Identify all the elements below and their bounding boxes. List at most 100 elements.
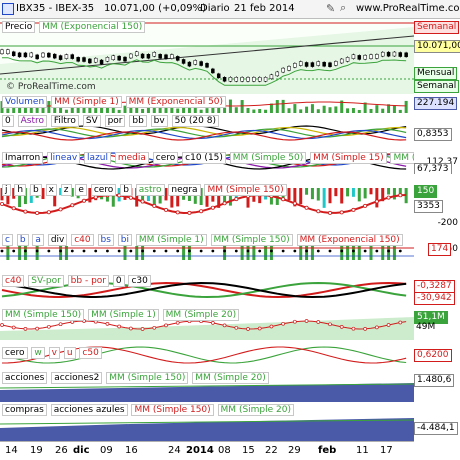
c-label-3[interactable]: div — [47, 234, 68, 246]
compras-label-1[interactable]: acciones azules — [50, 404, 128, 416]
volume-label[interactable]: Volumen — [2, 96, 48, 108]
mm-panel[interactable]: MM (Simple 150) MM (Simple 1) MM (Simple… — [0, 305, 414, 341]
c40-label-0[interactable]: c40 — [2, 275, 25, 287]
j-label-5[interactable]: e — [75, 184, 87, 196]
candle-body — [193, 60, 198, 65]
c-dot — [223, 249, 226, 253]
cero-label-0[interactable]: cero — [2, 347, 28, 359]
j-label-0[interactable]: j — [2, 184, 11, 196]
chart-icon[interactable] — [2, 3, 14, 15]
imarron-label-3[interactable]: media — [114, 152, 149, 164]
j-dot — [351, 207, 356, 212]
astro-label-6[interactable]: bv — [150, 115, 168, 127]
candle-body — [199, 61, 203, 66]
imarron-label-0[interactable]: Imarron — [2, 152, 44, 164]
imarron-label-1[interactable]: lineav — [47, 152, 81, 164]
mm-dot — [0, 323, 4, 327]
imarron-label-5[interactable]: c10 (15) — [182, 152, 226, 164]
j-label-7[interactable]: b — [120, 184, 132, 196]
acciones-panel[interactable]: acciones acciones2 MM (Simple 150) MM (S… — [0, 370, 414, 403]
wrench-icon[interactable]: ✎ — [326, 2, 338, 15]
j-dot — [82, 198, 87, 203]
imarron-label-6[interactable]: MM (Simple 50) — [229, 152, 307, 164]
c-label-9[interactable]: MM (Exponencial 150) — [296, 234, 403, 246]
candle-body — [252, 77, 256, 82]
astro-panel[interactable]: 0 Astro Filtro SV por bb bv 50 (20 8) — [0, 113, 414, 142]
price-panel[interactable]: Precio MM (Exponencial 150) © ProRealTim… — [0, 19, 414, 95]
astro-label-1[interactable]: Astro — [17, 115, 47, 127]
mm-label-1[interactable]: MM (Simple 1) — [88, 309, 159, 321]
price-label[interactable]: Precio — [2, 21, 36, 33]
mm-label-2[interactable]: MM (Simple 20) — [162, 309, 240, 321]
c-label-7[interactable]: MM (Simple 1) — [135, 234, 207, 246]
sma-1-label[interactable]: MM (Simple 1) — [51, 96, 122, 108]
mm-dot — [281, 321, 285, 326]
cero-panel[interactable]: cero w v u c50 — [0, 340, 414, 371]
c40-label-4[interactable]: c30 — [128, 275, 151, 287]
ema-50-label[interactable]: MM (Exponencial 50) — [125, 96, 227, 108]
search-icon[interactable]: ⌕ — [340, 1, 352, 14]
j-bar — [328, 188, 332, 204]
cero-label-4[interactable]: c50 — [79, 347, 102, 359]
imarron-label-8[interactable]: MM (Simple 15) — [390, 152, 414, 164]
c-label-4[interactable]: c40 — [71, 234, 94, 246]
j-bar — [287, 188, 291, 201]
acciones-label-2[interactable]: MM (Simple 150) — [106, 372, 189, 384]
acciones-label-1[interactable]: acciones2 — [51, 372, 103, 384]
j-dot — [70, 203, 75, 208]
j-dot — [23, 209, 28, 214]
c-dot — [35, 249, 39, 253]
c40-panel[interactable]: c40 SV-por bb - por 0 c30 — [0, 270, 414, 306]
astro-label-0[interactable]: 0 — [2, 115, 14, 127]
candle-body — [58, 55, 63, 60]
imarron-label-2[interactable]: lazul — [84, 152, 111, 164]
c-label-8[interactable]: MM (Simple 150) — [210, 234, 293, 246]
imarron-panel[interactable]: Imarron lineav lazul media cero c10 (15)… — [0, 141, 414, 175]
j-bar — [363, 188, 367, 199]
j-panel[interactable]: j h b x z e cero b astro negra MM (Simpl… — [0, 174, 414, 231]
mm-label-0[interactable]: MM (Simple 150) — [2, 309, 85, 321]
c-panel[interactable]: c b a div c40 bs bi MM (Simple 1) MM (Si… — [0, 230, 414, 271]
j-label-1[interactable]: h — [14, 184, 27, 196]
compras-panel[interactable]: compras acciones azules MM (Simple 150) … — [0, 402, 414, 442]
c-label-6[interactable]: bi — [117, 234, 133, 246]
astro-label-2[interactable]: Filtro — [50, 115, 79, 127]
cero-label-1[interactable]: w — [31, 347, 45, 359]
acciones-label-0[interactable]: acciones — [2, 372, 48, 384]
imarron-label-7[interactable]: MM (Simple 15) — [310, 152, 387, 164]
site-name[interactable]: www.ProRealTime.com — [356, 3, 460, 14]
imarron-label-4[interactable]: cero — [152, 152, 179, 164]
compras-label-2[interactable]: MM (Simple 150) — [131, 404, 214, 416]
j-label-6[interactable]: cero — [90, 184, 117, 196]
j-label-8[interactable]: astro — [135, 184, 165, 196]
astro-label-4[interactable]: por — [104, 115, 126, 127]
compras-label-3[interactable]: MM (Simple 20) — [217, 404, 295, 416]
c-label-0[interactable]: c — [2, 234, 13, 246]
astro-label-3[interactable]: SV — [82, 115, 101, 127]
j-label-10[interactable]: MM (Simple 150) — [204, 184, 287, 196]
j-label-3[interactable]: x — [45, 184, 57, 196]
j-label-4[interactable]: z — [60, 184, 72, 196]
candle-body — [175, 56, 180, 61]
c-label-2[interactable]: a — [32, 234, 44, 246]
j-label-9[interactable]: negra — [168, 184, 201, 196]
acciones-label-3[interactable]: MM (Simple 20) — [192, 372, 269, 384]
c-label-1[interactable]: b — [16, 234, 29, 246]
candle-body — [275, 71, 280, 77]
candle-body — [99, 59, 104, 65]
candle-body — [263, 77, 268, 82]
c40-label-3[interactable]: 0 — [112, 275, 125, 287]
c40-label-2[interactable]: bb - por — [67, 275, 109, 287]
j-label-2[interactable]: b — [29, 184, 42, 196]
cero-label-2[interactable]: v — [48, 347, 60, 359]
cero-label-3[interactable]: u — [63, 347, 76, 359]
c-label-5[interactable]: bs — [97, 234, 114, 246]
x-tick-9: 15 — [242, 445, 255, 456]
astro-label-5[interactable]: bb — [129, 115, 147, 127]
compras-label-0[interactable]: compras — [2, 404, 47, 416]
volume-panel[interactable]: Volumen MM (Simple 1) MM (Exponencial 50… — [0, 94, 414, 114]
c40-label-1[interactable]: SV-por — [28, 275, 64, 287]
ema-150-label[interactable]: MM (Exponencial 150) — [39, 21, 146, 33]
astro-label-7[interactable]: 50 (20 8) — [171, 115, 219, 127]
j-dot — [128, 195, 133, 200]
